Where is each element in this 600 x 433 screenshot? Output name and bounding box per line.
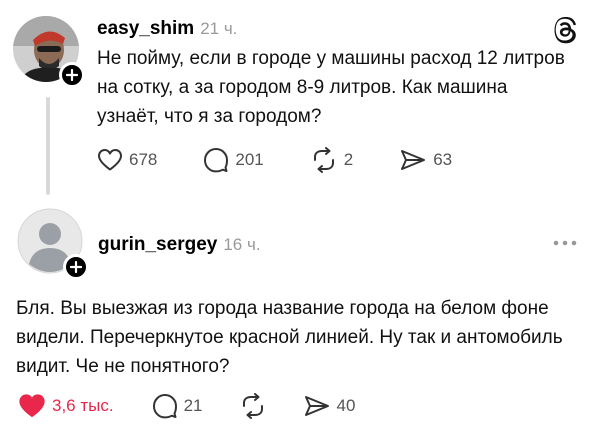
share-icon bbox=[304, 396, 329, 416]
thread-post: gurin_sergey 16 ч. Бля. Вы выезжая из гор… bbox=[0, 200, 600, 433]
share-count: 63 bbox=[433, 150, 453, 169]
follow-button[interactable] bbox=[63, 254, 89, 280]
post-text: Бля. Вы выезжая из города название город… bbox=[16, 298, 563, 377]
share-button[interactable]: 63 bbox=[399, 148, 452, 172]
share-icon bbox=[401, 150, 426, 170]
reply-button[interactable]: 21 bbox=[152, 393, 203, 419]
post-time: 21 ч. bbox=[200, 19, 238, 38]
post-actions: 678 201 2 63 bbox=[97, 147, 498, 173]
post-author[interactable]: gurin_sergey 16 ч. bbox=[98, 234, 261, 256]
repost-button[interactable] bbox=[239, 393, 267, 419]
post-actions: 3,6 тыс. 21 40 bbox=[18, 393, 401, 419]
thread-post: easy_shim 21 ч. Не пойму, если в городе у… bbox=[0, 0, 600, 200]
repost-count: 2 bbox=[343, 150, 354, 169]
repost-button[interactable]: 2 bbox=[310, 147, 353, 173]
repost-icon bbox=[313, 147, 334, 173]
plus-icon bbox=[66, 69, 78, 81]
like-button[interactable]: 3,6 тыс. bbox=[18, 393, 114, 419]
like-count: 678 bbox=[129, 150, 158, 169]
like-button[interactable]: 678 bbox=[97, 148, 157, 172]
comment-icon bbox=[204, 148, 229, 173]
share-count: 40 bbox=[336, 396, 356, 415]
username[interactable]: gurin_sergey bbox=[98, 234, 217, 255]
plus-icon bbox=[70, 261, 82, 273]
threads-logo-icon[interactable] bbox=[552, 16, 580, 44]
repost-icon bbox=[242, 393, 263, 419]
comment-icon bbox=[152, 394, 177, 419]
follow-button[interactable] bbox=[59, 62, 85, 88]
heart-icon bbox=[19, 394, 45, 418]
post-time: 16 ч. bbox=[223, 235, 261, 254]
share-button[interactable]: 40 bbox=[303, 394, 356, 418]
post-author[interactable]: easy_shim 21 ч. bbox=[97, 18, 237, 40]
avatar-container[interactable] bbox=[13, 16, 85, 88]
reply-count: 21 bbox=[183, 396, 203, 415]
thread-connector-line bbox=[46, 97, 50, 195]
avatar-container[interactable] bbox=[17, 208, 89, 280]
more-icon[interactable] bbox=[552, 238, 578, 248]
reply-button[interactable]: 201 bbox=[203, 147, 264, 173]
reply-count: 201 bbox=[235, 150, 264, 169]
post-text: Не пойму, если в городе у машины расход … bbox=[97, 48, 565, 127]
username[interactable]: easy_shim bbox=[97, 18, 194, 39]
like-count: 3,6 тыс. bbox=[52, 396, 114, 415]
heart-icon bbox=[98, 149, 122, 171]
